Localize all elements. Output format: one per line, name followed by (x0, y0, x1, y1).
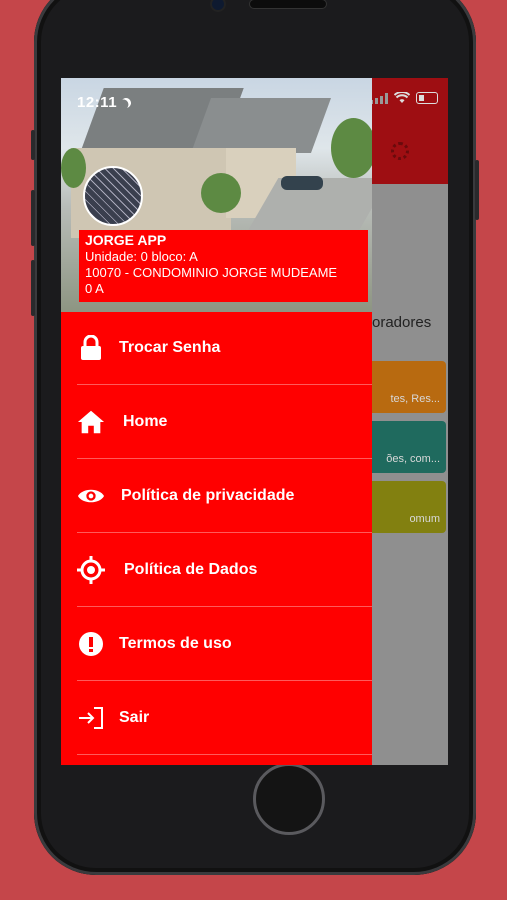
earpiece-speaker (250, 0, 326, 8)
user-info-box: JORGE APP Unidade: 0 bloco: A 10070 - CO… (79, 230, 368, 302)
sign-out-icon (77, 704, 105, 732)
background-card-text: ões, com... (386, 453, 440, 465)
exclamation-circle-icon (77, 630, 105, 658)
tree-image-part (61, 148, 86, 188)
clock-text: 12:11 (77, 94, 118, 111)
lock-icon (77, 334, 105, 362)
menu-item-label: Sair (119, 709, 150, 726)
status-time: 12:11 (77, 94, 131, 111)
volume-down-button (31, 260, 35, 316)
home-button[interactable] (253, 763, 325, 835)
menu-item-label: Trocar Senha (119, 339, 221, 356)
condominium-text: 10070 - CONDOMINIO JORGE MUDEAME (85, 265, 338, 280)
phone-screen: oradores tes, Res... ões, com... omum 12… (61, 78, 448, 765)
avatar[interactable] (83, 166, 143, 226)
menu-item-label: Política de Dados (124, 561, 258, 578)
silent-switch (31, 130, 35, 160)
battery-icon (416, 92, 438, 104)
menu-item-sair[interactable]: Sair (77, 682, 372, 755)
house-image-part (190, 98, 332, 153)
menu-item-trocar-senha[interactable]: Trocar Senha (77, 312, 372, 385)
extra-text: 0 A (85, 281, 104, 296)
wifi-icon (394, 92, 410, 103)
unit-text: Unidade: 0 bloco: A (85, 249, 198, 264)
front-camera (212, 0, 224, 10)
navigation-drawer: 12:11 JORGE APP Unidade: 0 bloco: A 1007… (61, 78, 372, 765)
menu-item-politica-privacidade[interactable]: Política de privacidade (77, 460, 372, 533)
signal-icon (370, 92, 388, 104)
volume-up-button (31, 190, 35, 246)
menu-item-label: Home (123, 413, 168, 430)
menu-item-label: Política de privacidade (121, 487, 295, 504)
background-card-text: omum (409, 513, 440, 525)
crosshair-icon (77, 556, 105, 584)
home-icon (77, 408, 105, 436)
status-icons (370, 92, 438, 104)
drawer-header-image: 12:11 JORGE APP Unidade: 0 bloco: A 1007… (61, 78, 372, 312)
menu-item-termos-uso[interactable]: Termos de uso (77, 608, 372, 681)
background-section-title: oradores (372, 314, 432, 331)
tree-image-part (331, 118, 372, 178)
moon-icon (119, 96, 133, 110)
menu-item-home[interactable]: Home (77, 386, 372, 459)
settings-icon[interactable] (391, 142, 409, 160)
menu-item-label: Termos de uso (119, 635, 232, 652)
menu-item-politica-dados[interactable]: Política de Dados (77, 534, 372, 607)
background-card-text: tes, Res... (390, 393, 440, 405)
tree-image-part (201, 173, 241, 213)
car-image-part (281, 176, 323, 190)
power-button (475, 160, 479, 220)
eye-icon (77, 482, 105, 510)
user-name: JORGE APP (85, 232, 167, 248)
